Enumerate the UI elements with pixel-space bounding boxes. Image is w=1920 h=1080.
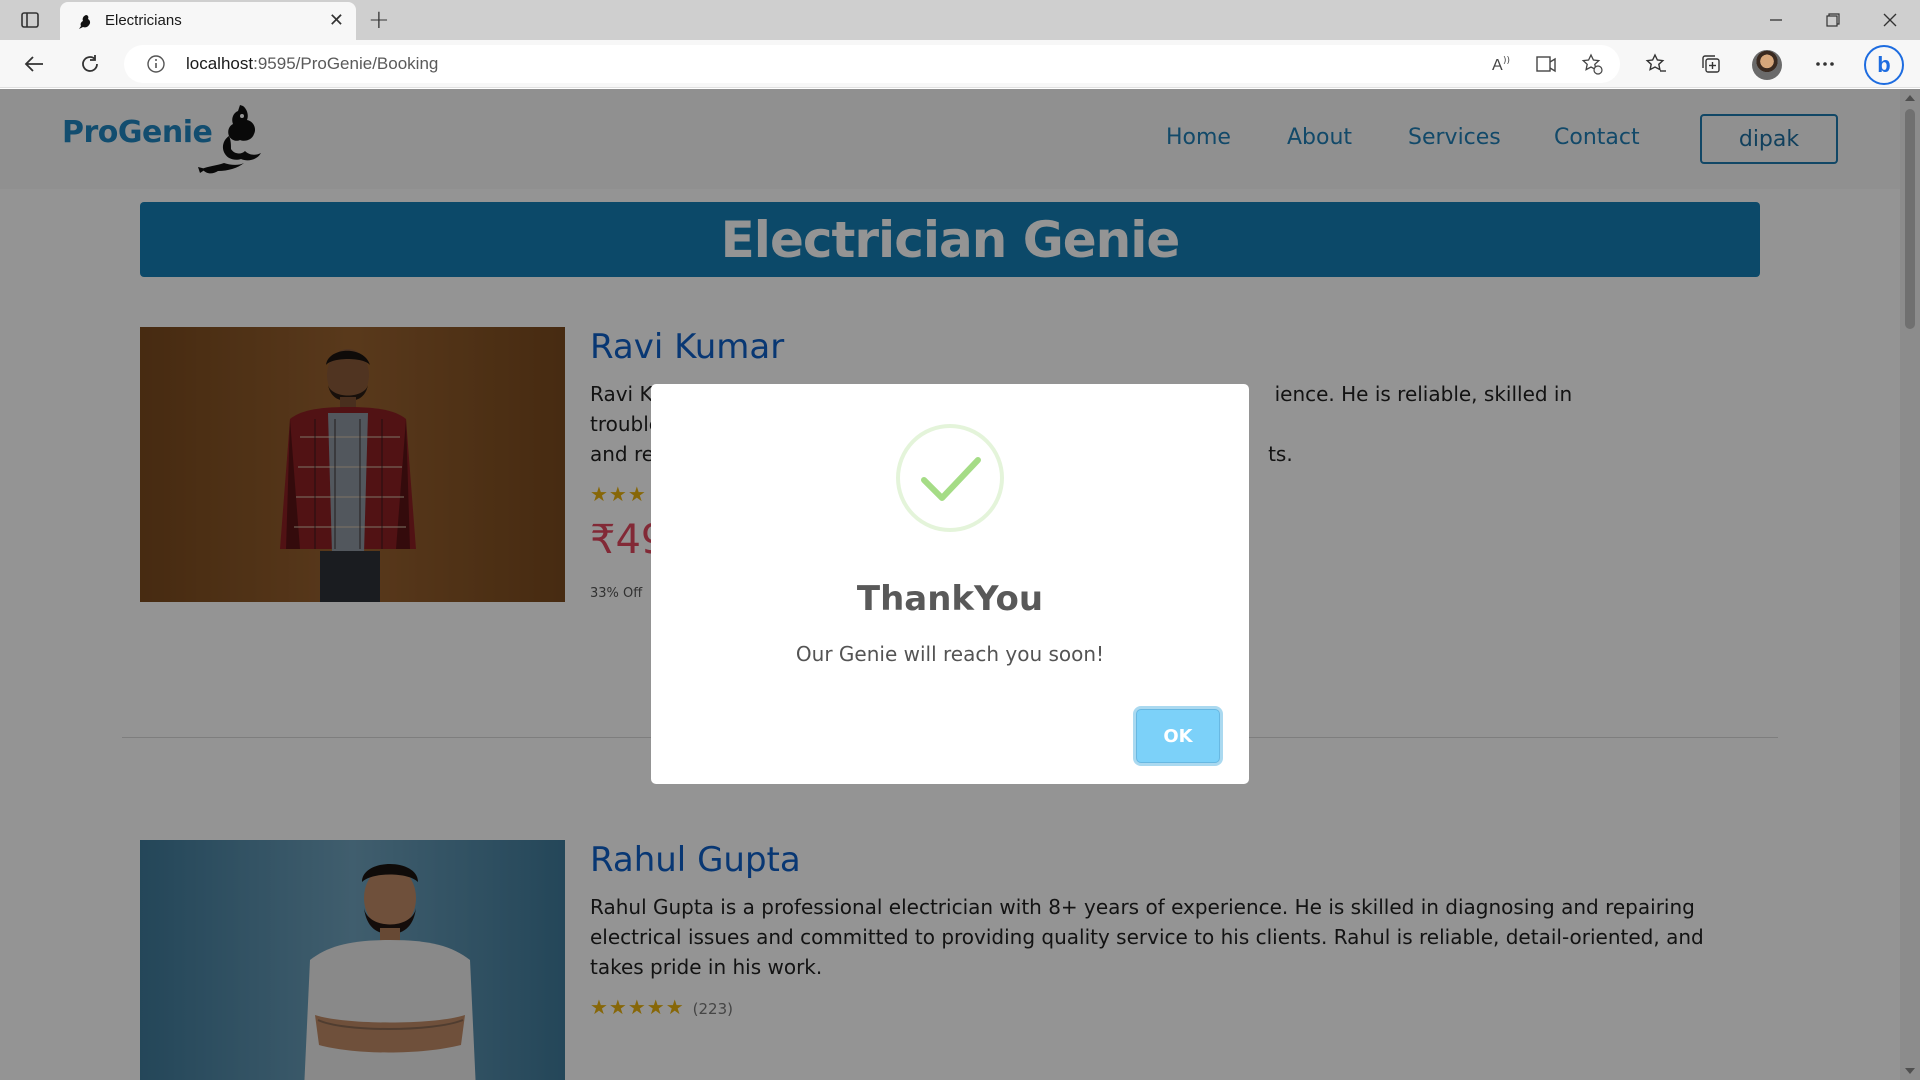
favorites-icon[interactable]: [1642, 50, 1670, 78]
profile-avatar[interactable]: [1752, 50, 1782, 80]
browser-toolbar: localhost:9595/ProGenie/Booking A)) b: [0, 40, 1920, 88]
dialog-message: Our Genie will reach you soon!: [795, 642, 1105, 666]
browser-tab-bar: Electricians ✕ +: [0, 0, 1920, 40]
tab-actions-icon[interactable]: [18, 8, 42, 32]
site-info-icon[interactable]: [146, 54, 166, 74]
dialog-title: ThankYou: [856, 579, 1044, 619]
back-arrow-icon[interactable]: [20, 50, 48, 78]
url-host: localhost: [186, 54, 254, 73]
bing-copilot-icon[interactable]: b: [1864, 45, 1904, 85]
success-check-icon: [896, 424, 1004, 532]
minimize-icon[interactable]: [1764, 8, 1788, 32]
more-options-icon[interactable]: [1811, 50, 1839, 78]
svg-text:A: A: [1492, 57, 1503, 74]
url-path: :9595/ProGenie/Booking: [253, 54, 439, 73]
collections-icon[interactable]: [1697, 50, 1725, 78]
read-aloud-icon[interactable]: A)): [1490, 52, 1514, 76]
restore-icon[interactable]: [1821, 8, 1845, 32]
reload-icon[interactable]: [76, 50, 104, 78]
browser-tab[interactable]: Electricians ✕: [60, 2, 356, 40]
immersive-reader-icon[interactable]: [1534, 52, 1558, 76]
add-favorite-icon[interactable]: [1580, 52, 1604, 76]
ok-button[interactable]: OK: [1136, 709, 1220, 763]
svg-text:)): )): [1503, 56, 1510, 66]
address-bar[interactable]: localhost:9595/ProGenie/Booking A)): [124, 45, 1620, 83]
tab-title: Electricians: [105, 12, 182, 29]
close-tab-icon[interactable]: ✕: [329, 11, 344, 31]
genie-favicon-icon: [76, 13, 94, 31]
thankyou-dialog: ThankYou Our Genie will reach you soon! …: [651, 384, 1249, 784]
url-text[interactable]: localhost:9595/ProGenie/Booking: [186, 54, 438, 74]
new-tab-icon[interactable]: +: [368, 6, 390, 34]
close-window-icon[interactable]: [1878, 8, 1902, 32]
